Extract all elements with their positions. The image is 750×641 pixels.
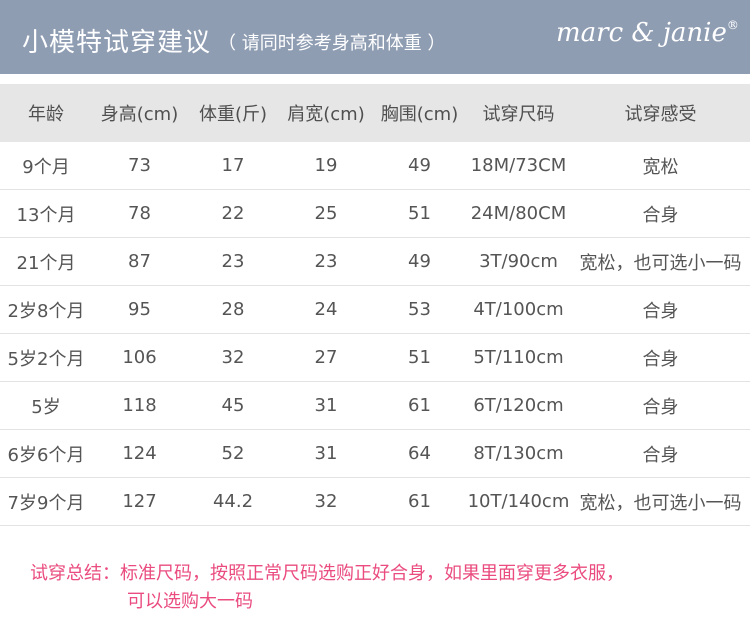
column-header-height: 身高(cm) [92, 84, 187, 142]
cell-fit: 合身 [571, 381, 750, 430]
cell-size: 6T/120cm [466, 381, 571, 430]
cell-weight: 23 [187, 237, 279, 286]
page-header: 小模特试穿建议 （ 请同时参考身高和体重 ） marc & janie® [0, 0, 750, 74]
cell-chest: 53 [373, 285, 466, 334]
cell-age: 6岁6个月 [0, 429, 92, 478]
cell-weight: 52 [187, 429, 279, 478]
cell-height: 127 [92, 477, 187, 526]
cell-fit: 宽松 [571, 142, 750, 190]
cell-age: 7岁9个月 [0, 477, 92, 526]
cell-height: 106 [92, 333, 187, 382]
cell-chest: 49 [373, 142, 466, 190]
cell-size: 24M/80CM [466, 189, 571, 238]
summary-line-1: 试穿总结：标准尺码，按照正常尺码选购正好合身，如果里面穿更多衣服， [30, 563, 624, 584]
table-row: 5岁 118 45 31 61 6T/120cm 合身 [0, 381, 750, 430]
cell-fit: 合身 [571, 189, 750, 238]
column-header-size: 试穿尺码 [466, 84, 571, 142]
cell-size: 4T/100cm [466, 285, 571, 334]
cell-fit: 合身 [571, 333, 750, 382]
cell-shoulder: 19 [279, 142, 373, 190]
column-header-chest: 胸围(cm) [373, 84, 466, 142]
size-table: 年龄 身高(cm) 体重(斤) 肩宽(cm) 胸围(cm) 试穿尺码 试穿感受 … [0, 84, 750, 526]
cell-shoulder: 31 [279, 429, 373, 478]
cell-size: 3T/90cm [466, 237, 571, 286]
table-row: 2岁8个月 95 28 24 53 4T/100cm 合身 [0, 285, 750, 334]
cell-age: 2岁8个月 [0, 285, 92, 334]
cell-fit: 宽松，也可选小一码 [571, 237, 750, 286]
table-row: 9个月 73 17 19 49 18M/73CM 宽松 [0, 142, 750, 190]
cell-weight: 28 [187, 285, 279, 334]
cell-size: 10T/140cm [466, 477, 571, 526]
cell-age: 5岁 [0, 381, 92, 430]
cell-shoulder: 31 [279, 381, 373, 430]
cell-height: 124 [92, 429, 187, 478]
cell-age: 13个月 [0, 189, 92, 238]
table-row: 6岁6个月 124 52 31 64 8T/130cm 合身 [0, 429, 750, 478]
cell-height: 78 [92, 189, 187, 238]
page-title: 小模特试穿建议 [22, 28, 212, 58]
column-header-age: 年龄 [0, 84, 92, 142]
cell-fit: 合身 [571, 285, 750, 334]
cell-chest: 51 [373, 189, 466, 238]
cell-shoulder: 24 [279, 285, 373, 334]
brand-name: marc & janie [556, 18, 727, 48]
cell-chest: 61 [373, 381, 466, 430]
cell-weight: 22 [187, 189, 279, 238]
cell-shoulder: 23 [279, 237, 373, 286]
column-header-shoulder: 肩宽(cm) [279, 84, 373, 142]
column-header-weight: 体重(斤) [187, 84, 279, 142]
cell-weight: 32 [187, 333, 279, 382]
fit-summary: 试穿总结：标准尺码，按照正常尺码选购正好合身，如果里面穿更多衣服， 可以选购大一… [30, 560, 730, 616]
cell-age: 9个月 [0, 142, 92, 190]
cell-size: 18M/73CM [466, 142, 571, 190]
cell-chest: 51 [373, 333, 466, 382]
cell-chest: 61 [373, 477, 466, 526]
cell-weight: 45 [187, 381, 279, 430]
cell-weight: 17 [187, 142, 279, 190]
table-row: 21个月 87 23 23 49 3T/90cm 宽松，也可选小一码 [0, 237, 750, 286]
cell-size: 8T/130cm [466, 429, 571, 478]
cell-weight: 44.2 [187, 477, 279, 526]
summary-line-2: 可以选购大一码 [127, 591, 253, 612]
column-header-fit: 试穿感受 [571, 84, 750, 142]
cell-height: 87 [92, 237, 187, 286]
table-body: 9个月 73 17 19 49 18M/73CM 宽松 13个月 78 22 25 51 24M/80C… [0, 142, 750, 526]
cell-chest: 49 [373, 237, 466, 286]
cell-chest: 64 [373, 429, 466, 478]
cell-fit: 宽松，也可选小一码 [571, 477, 750, 526]
cell-age: 21个月 [0, 237, 92, 286]
registered-mark: ® [726, 18, 739, 32]
cell-shoulder: 27 [279, 333, 373, 382]
table-header-row: 年龄 身高(cm) 体重(斤) 肩宽(cm) 胸围(cm) 试穿尺码 试穿感受 [0, 84, 750, 142]
cell-shoulder: 32 [279, 477, 373, 526]
table-row: 5岁2个月 106 32 27 51 5T/110cm 合身 [0, 333, 750, 382]
brand-logo: marc & janie® [556, 18, 739, 48]
cell-age: 5岁2个月 [0, 333, 92, 382]
cell-height: 95 [92, 285, 187, 334]
page-subtitle: （ 请同时参考身高和体重 ） [218, 33, 446, 54]
cell-size: 5T/110cm [466, 333, 571, 382]
cell-shoulder: 25 [279, 189, 373, 238]
table-row: 13个月 78 22 25 51 24M/80CM 合身 [0, 189, 750, 238]
cell-height: 118 [92, 381, 187, 430]
cell-fit: 合身 [571, 429, 750, 478]
table-row: 7岁9个月 127 44.2 32 61 10T/140cm 宽松，也可选小一码 [0, 477, 750, 526]
cell-height: 73 [92, 142, 187, 190]
